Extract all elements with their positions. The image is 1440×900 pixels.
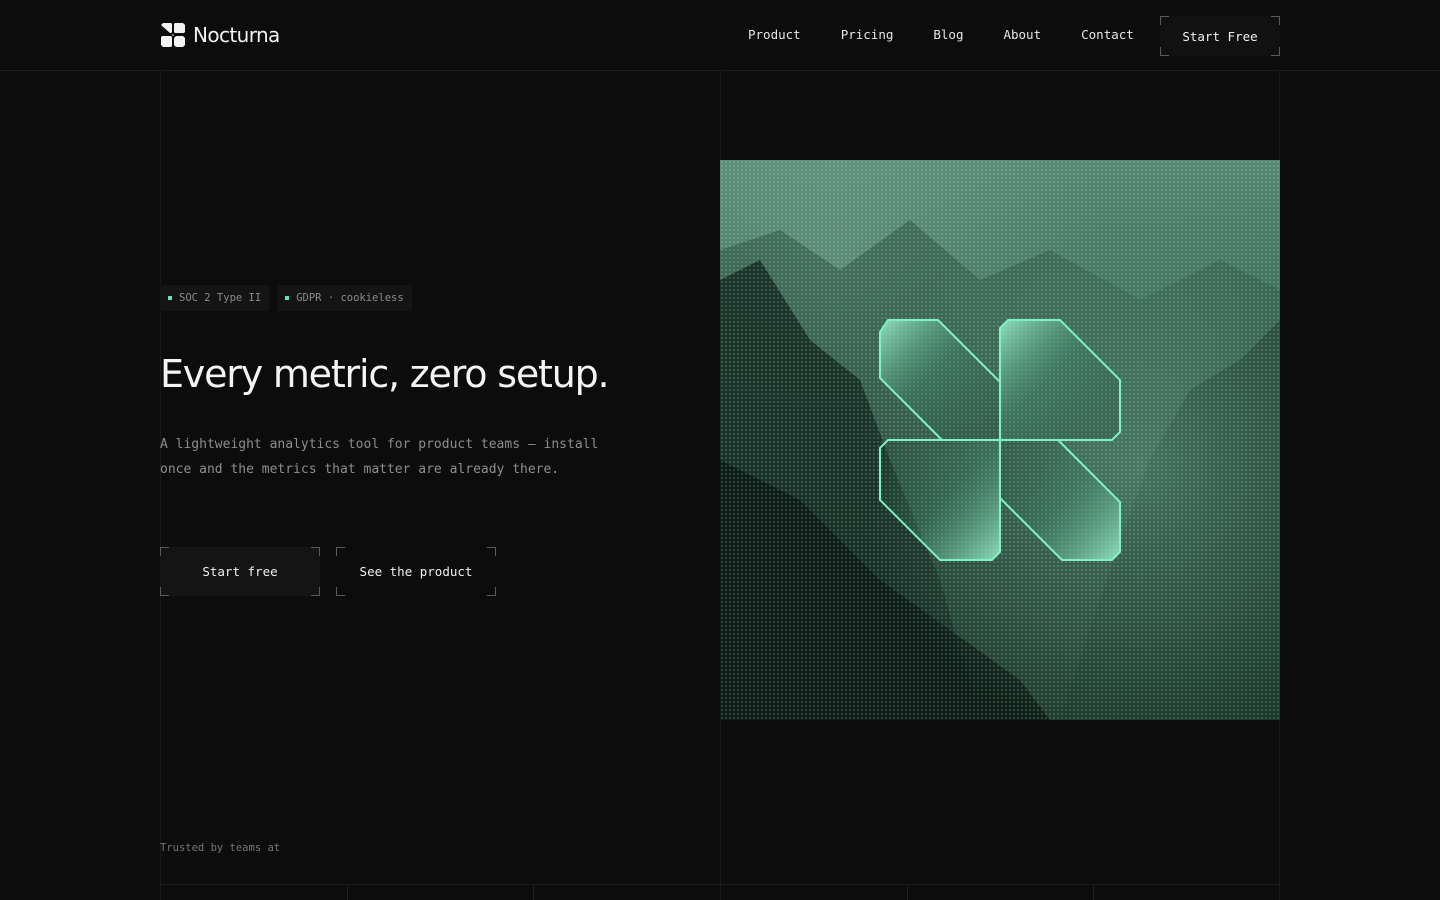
- see-product-button[interactable]: See the product: [336, 547, 496, 596]
- hero-headline: Every metric, zero setup.: [160, 352, 610, 396]
- logo-strip-tick: [347, 885, 348, 900]
- start-free-button[interactable]: Start free: [160, 547, 320, 596]
- logo-strip-divider: [160, 884, 1280, 885]
- nav-item-pricing[interactable]: Pricing: [841, 26, 894, 44]
- badge-dot-icon: [168, 296, 172, 300]
- nav-item-contact[interactable]: Contact: [1081, 26, 1134, 44]
- site-header: Nocturna Product Pricing Blog About Cont…: [0, 0, 1440, 71]
- hero-artwork: [720, 160, 1280, 720]
- see-product-label: See the product: [359, 564, 473, 579]
- brand-name: Nocturna: [193, 23, 280, 47]
- badge-soc2-label: SOC 2 Type II: [179, 292, 262, 304]
- logo-strip-tick: [533, 885, 534, 900]
- header-start-free-label: Start Free: [1182, 28, 1258, 44]
- logo-strip-tick: [907, 885, 908, 900]
- hero-subcopy: A lightweight analytics tool for product…: [160, 437, 599, 477]
- brand-logo[interactable]: Nocturna: [160, 22, 280, 48]
- nocturna-logo-icon: [161, 23, 185, 47]
- nocturna-glass-mark-icon: [720, 160, 1280, 720]
- nav-item-about[interactable]: About: [1003, 26, 1041, 44]
- badge-soc2: SOC 2 Type II: [160, 285, 270, 311]
- trusted-by-label: Trusted by teams at: [160, 842, 281, 854]
- badge-gdpr-label: GDPR · cookieless: [296, 292, 404, 304]
- grid-line: [160, 71, 161, 900]
- nav-item-blog[interactable]: Blog: [933, 26, 963, 44]
- primary-nav: Product Pricing Blog About Contact: [748, 26, 1134, 44]
- start-free-label: Start free: [202, 564, 278, 579]
- compliance-badges: SOC 2 Type II GDPR · cookieless: [160, 285, 412, 311]
- nav-item-product[interactable]: Product: [748, 26, 801, 44]
- header-start-free-button[interactable]: Start Free: [1160, 16, 1280, 56]
- logo-strip-tick: [1093, 885, 1094, 900]
- badge-dot-icon: [285, 296, 290, 300]
- badge-gdpr: GDPR · cookieless: [277, 285, 412, 311]
